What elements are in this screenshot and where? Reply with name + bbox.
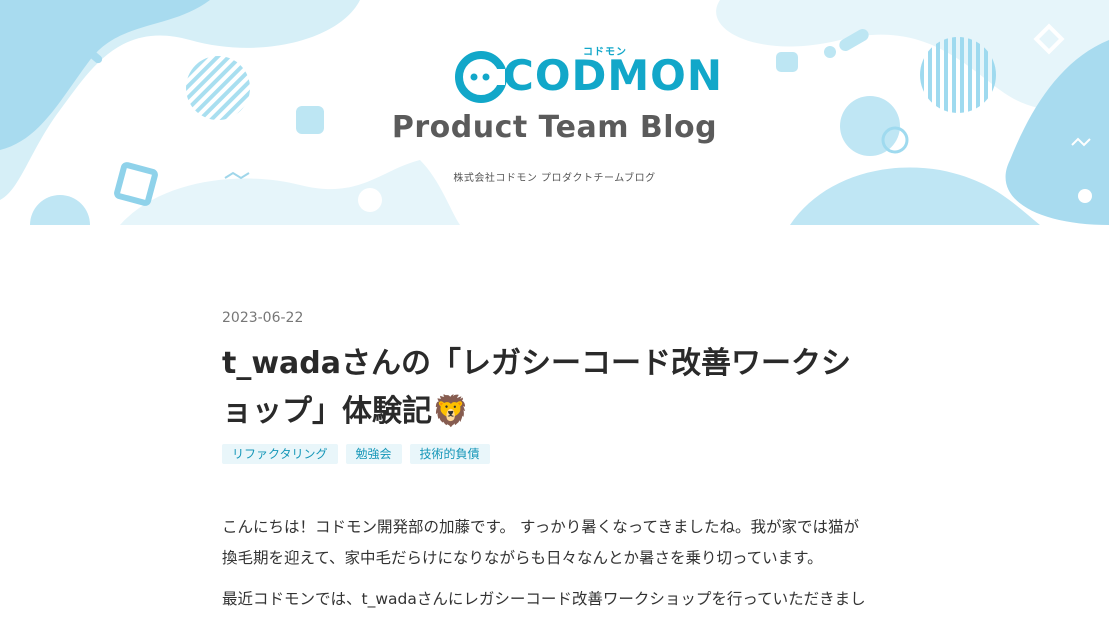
- brand-area: CODMON コドモン Product Team Blog 株式会社コドモン プ…: [0, 0, 1109, 225]
- article-title-line2: ョップ」体験記🦁: [222, 394, 470, 429]
- article-title-line1: t_wadaさんの「レガシーコード改善ワークシ: [222, 346, 852, 381]
- tag-refactoring[interactable]: リファクタリング: [222, 444, 338, 464]
- logo-kana: コドモン: [583, 47, 627, 58]
- article-paragraph: こんにちは！コドモン開発部の加藤です。 すっかり暑くなってきましたね。我が家では…: [222, 518, 860, 567]
- codmon-logo[interactable]: CODMON コドモン: [455, 47, 722, 107]
- blog-header: CODMON コドモン Product Team Blog 株式会社コドモン プ…: [0, 0, 1109, 225]
- tag-list: リファクタリング 勉強会 技術的負債: [222, 444, 872, 464]
- tag-study-session[interactable]: 勉強会: [345, 444, 402, 464]
- article-date[interactable]: 2023-06-22: [222, 310, 872, 326]
- blog-title[interactable]: Product Team Blog: [0, 110, 1109, 145]
- article: 2023-06-22 t_wadaさんの「レガシーコード改善ワークシ ョップ」体…: [222, 310, 872, 625]
- logo-wordmark: CODMON: [503, 51, 724, 100]
- tag-technical-debt[interactable]: 技術的負債: [409, 444, 490, 464]
- blog-subtitle: 株式会社コドモン プロダクトチームブログ: [453, 173, 656, 184]
- article-title[interactable]: t_wadaさんの「レガシーコード改善ワークシ ョップ」体験記🦁: [222, 340, 862, 436]
